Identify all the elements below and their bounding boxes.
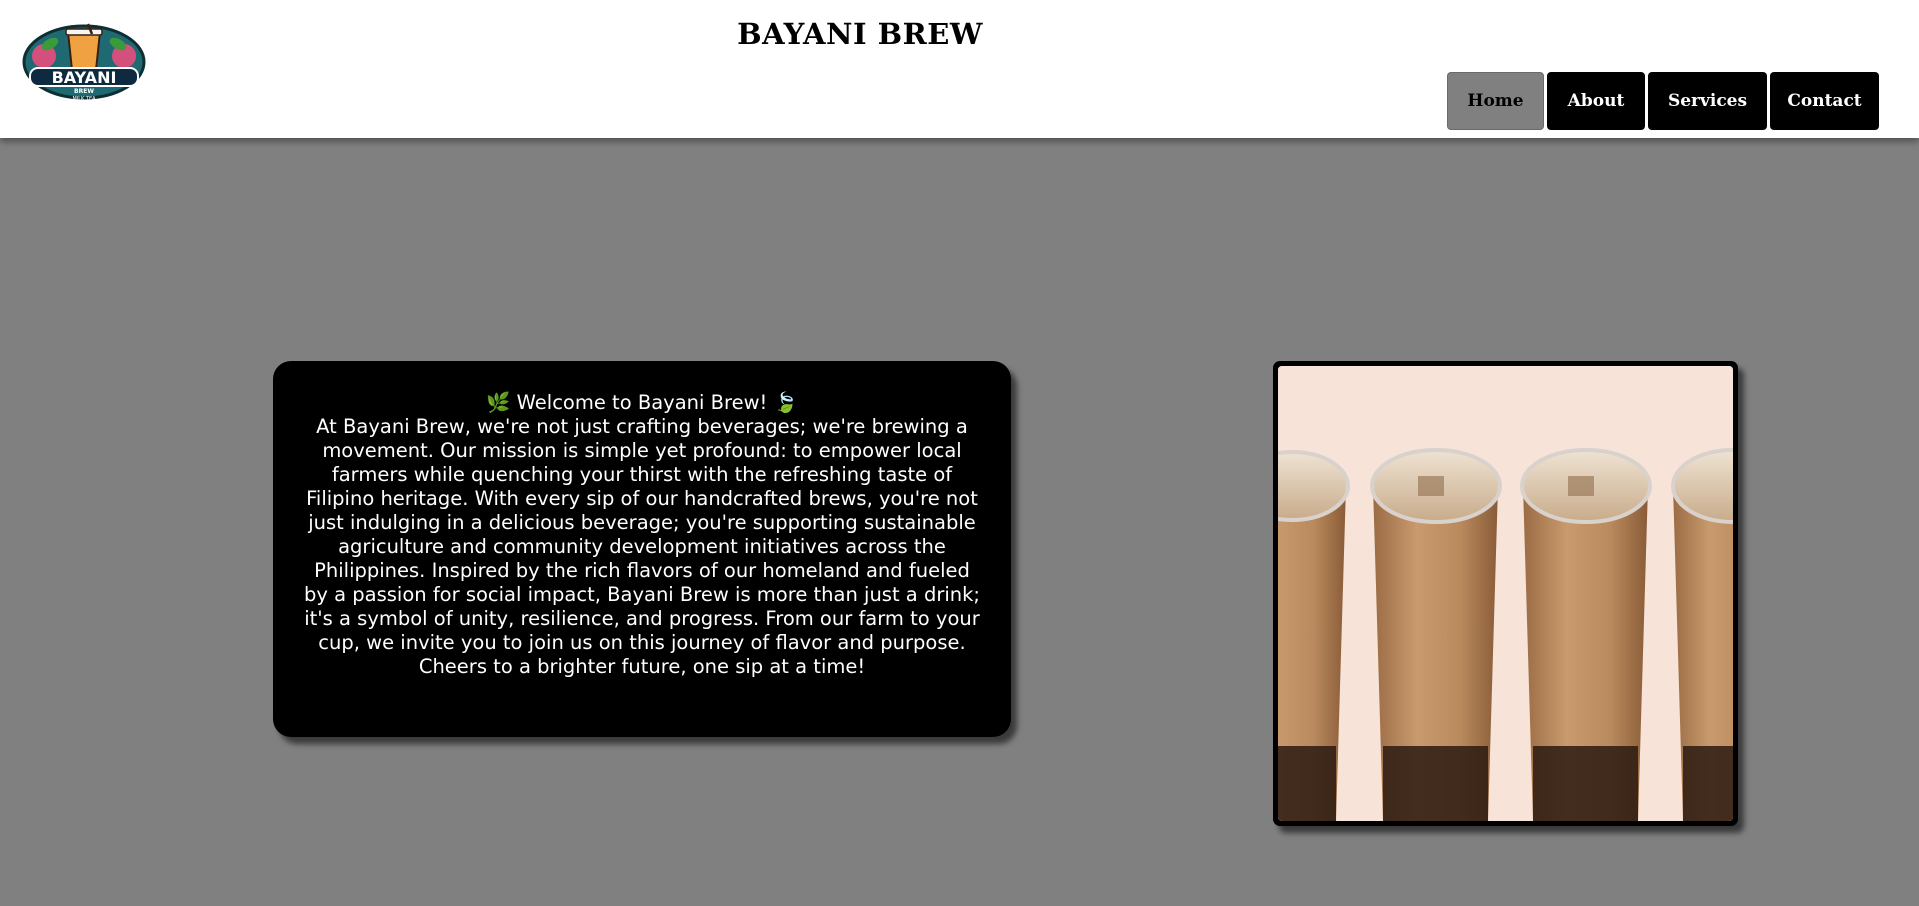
site-header: BAYANI BREW MILK TEA BAYANI BREW Home Ab… [0,0,1919,138]
welcome-body: At Bayani Brew, we're not just crafting … [304,415,980,678]
logo-text: BAYANI [52,68,117,87]
milk-tea-cup [1278,450,1350,821]
milk-tea-cup [1671,448,1733,821]
logo-subtext-2: MILK TEA [72,96,96,102]
milk-tea-cup [1370,448,1502,821]
welcome-heading: 🌿 Welcome to Bayani Brew! 🍃 [486,391,798,414]
nav-services-button[interactable]: Services [1648,72,1767,130]
nav-contact-button[interactable]: Contact [1770,72,1879,130]
milk-tea-cup [1520,448,1652,821]
bayani-brew-logo[interactable]: BAYANI BREW MILK TEA [20,22,148,102]
nav-home-button[interactable]: Home [1447,72,1544,130]
welcome-card: 🌿 Welcome to Bayani Brew! 🍃 At Bayani Br… [273,361,1011,737]
milk-tea-image [1278,366,1733,821]
main-nav: Home About Services Contact [1447,72,1879,130]
hero-image-frame [1273,361,1738,826]
nav-about-button[interactable]: About [1547,72,1645,130]
site-title: BAYANI BREW [737,17,983,51]
logo-subtext: BREW [74,88,94,95]
